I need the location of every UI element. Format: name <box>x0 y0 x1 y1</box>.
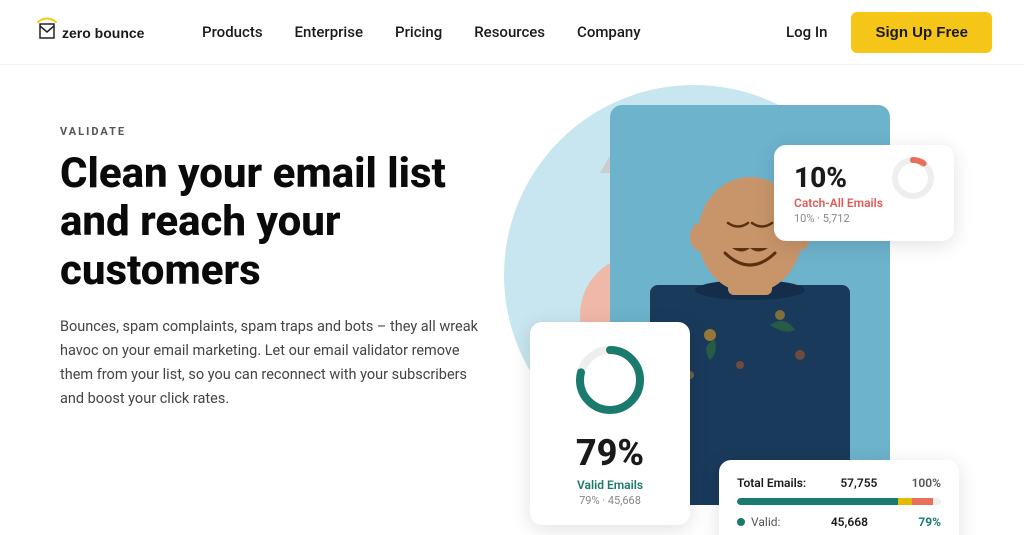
hero-visual: 10% Catch-All Emails 10% · 5,712 79% Val… <box>520 115 964 535</box>
nav-link-products[interactable]: Products <box>202 23 263 41</box>
svg-text:zero bounce: zero bounce <box>62 25 145 41</box>
login-button[interactable]: Log In <box>786 23 827 41</box>
nav-link-enterprise[interactable]: Enterprise <box>295 23 363 41</box>
progress-bar-total <box>737 498 941 505</box>
nav-link-pricing[interactable]: Pricing <box>395 23 442 41</box>
valid-row-label: Valid: <box>751 515 780 529</box>
stat-card-catch-all: 10% Catch-All Emails 10% · 5,712 <box>774 145 954 241</box>
table-row-valid: Valid: 45,668 79% <box>737 515 941 529</box>
nav-link-company[interactable]: Company <box>577 23 641 41</box>
nav-actions: Log In Sign Up Free <box>786 12 992 53</box>
valid-row-pct: 79% <box>918 515 941 529</box>
table-header-label: Total Emails: <box>737 476 806 490</box>
stat-card-valid-emails: 79% Valid Emails 79% · 45,668 <box>530 322 690 525</box>
logo[interactable]: zero bounce <box>32 12 162 52</box>
valid-sublabel: 79% · 45,668 <box>552 494 668 507</box>
hero-headline: Clean your email list and reach your cus… <box>60 150 520 295</box>
hero-section: VALIDATE Clean your email list and reach… <box>0 65 1024 535</box>
valid-label: Valid Emails <box>552 478 668 492</box>
navbar: zero bounce Products Enterprise Pricing … <box>0 0 1024 65</box>
valid-row-count: 45,668 <box>831 515 868 529</box>
table-header-count: 57,755 <box>840 476 877 490</box>
nav-link-resources[interactable]: Resources <box>474 23 545 41</box>
signup-button[interactable]: Sign Up Free <box>851 12 992 53</box>
table-header-pct: 100% <box>912 476 941 490</box>
table-header: Total Emails: 57,755 100% <box>737 476 941 490</box>
valid-percent: 79% <box>552 432 668 474</box>
hero-description: Bounces, spam complaints, spam traps and… <box>60 315 480 411</box>
validate-label: VALIDATE <box>60 125 520 138</box>
nav-links: Products Enterprise Pricing Resources Co… <box>202 23 786 41</box>
stat-card-table: Total Emails: 57,755 100% Valid: 4 <box>719 460 959 535</box>
catch-all-sublabel: 10% · 5,712 <box>794 212 934 225</box>
hero-content-left: VALIDATE Clean your email list and reach… <box>60 115 520 411</box>
bullet-valid <box>737 518 745 526</box>
